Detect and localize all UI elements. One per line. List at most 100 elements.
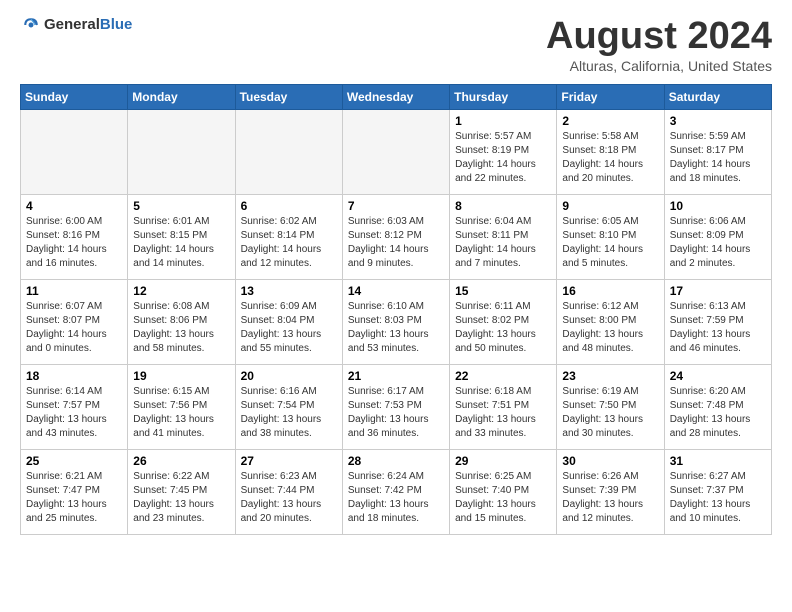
day-info: Sunrise: 6:19 AM Sunset: 7:50 PM Dayligh… (562, 385, 658, 441)
day-number: 6 (241, 199, 337, 213)
calendar-cell: 11 Sunrise: 6:07 AM Sunset: 8:07 PM Dayli… (21, 279, 128, 364)
calendar-cell: 12 Sunrise: 6:08 AM Sunset: 8:06 PM Dayli… (128, 279, 235, 364)
day-number: 3 (670, 114, 766, 128)
calendar-cell: 25Sunrise: 6:21 AM Sunset: 7:47 PM Dayli… (21, 449, 128, 534)
logo-general: General (44, 16, 100, 33)
day-info: Sunrise: 6:22 AM Sunset: 7:45 PM Dayligh… (133, 470, 229, 526)
day-info: Sunrise: 6:12 AM Sunset: 8:00 PM Dayligh… (562, 300, 658, 356)
calendar-cell: 22 Sunrise: 6:18 AM Sunset: 7:51 PM Dayli… (450, 364, 557, 449)
day-number: 2 (562, 114, 658, 128)
calendar-cell (342, 109, 449, 194)
day-info: Sunrise: 6:14 AM Sunset: 7:57 PM Dayligh… (26, 385, 122, 441)
day-number: 4 (26, 199, 122, 213)
day-info: Sunrise: 6:21 AM Sunset: 7:47 PM Dayligh… (26, 470, 122, 526)
day-number: 8 (455, 199, 551, 213)
calendar-cell: 20 Sunrise: 6:16 AM Sunset: 7:54 PM Dayli… (235, 364, 342, 449)
day-number: 28 (348, 454, 444, 468)
day-number: 20 (241, 369, 337, 383)
day-info: Sunrise: 6:03 AM Sunset: 8:12 PM Dayligh… (348, 215, 444, 271)
logo-text: GeneralBlue (44, 16, 132, 34)
day-info: Sunrise: 6:20 AM Sunset: 7:48 PM Dayligh… (670, 385, 766, 441)
day-number: 13 (241, 284, 337, 298)
calendar-cell: 23Sunrise: 6:19 AM Sunset: 7:50 PM Dayli… (557, 364, 664, 449)
calendar-cell: 4Sunrise: 6:00 AM Sunset: 8:16 PM Daylig… (21, 194, 128, 279)
day-number: 11 (26, 284, 122, 298)
calendar-cell: 5Sunrise: 6:01 AM Sunset: 8:15 PM Daylig… (128, 194, 235, 279)
day-info: Sunrise: 6:09 AM Sunset: 8:04 PM Dayligh… (241, 300, 337, 356)
week-row-2: 11 Sunrise: 6:07 AM Sunset: 8:07 PM Dayli… (21, 279, 772, 364)
weekday-monday: Monday (128, 84, 235, 109)
day-info: Sunrise: 6:17 AM Sunset: 7:53 PM Dayligh… (348, 385, 444, 441)
header: GeneralBlue August 2024 Alturas, Califor… (20, 16, 772, 74)
day-number: 14 (348, 284, 444, 298)
calendar-cell: 31 Sunrise: 6:27 AM Sunset: 7:37 PM Dayli… (664, 449, 771, 534)
day-info: Sunrise: 6:24 AM Sunset: 7:42 PM Dayligh… (348, 470, 444, 526)
calendar-cell: 13 Sunrise: 6:09 AM Sunset: 8:04 PM Dayli… (235, 279, 342, 364)
day-info: Sunrise: 5:58 AM Sunset: 8:18 PM Dayligh… (562, 130, 658, 186)
day-info: Sunrise: 6:05 AM Sunset: 8:10 PM Dayligh… (562, 215, 658, 271)
day-number: 19 (133, 369, 229, 383)
calendar-cell: 29Sunrise: 6:25 AM Sunset: 7:40 PM Dayli… (450, 449, 557, 534)
page: GeneralBlue August 2024 Alturas, Califor… (0, 0, 792, 545)
calendar-cell (235, 109, 342, 194)
weekday-header-row: SundayMondayTuesdayWednesdayThursdayFrid… (21, 84, 772, 109)
weekday-friday: Friday (557, 84, 664, 109)
weekday-tuesday: Tuesday (235, 84, 342, 109)
month-title: August 2024 (546, 16, 772, 58)
day-info: Sunrise: 6:02 AM Sunset: 8:14 PM Dayligh… (241, 215, 337, 271)
day-info: Sunrise: 6:08 AM Sunset: 8:06 PM Dayligh… (133, 300, 229, 356)
calendar-cell (128, 109, 235, 194)
day-number: 16 (562, 284, 658, 298)
day-info: Sunrise: 5:57 AM Sunset: 8:19 PM Dayligh… (455, 130, 551, 186)
day-info: Sunrise: 6:15 AM Sunset: 7:56 PM Dayligh… (133, 385, 229, 441)
calendar-cell: 14Sunrise: 6:10 AM Sunset: 8:03 PM Dayli… (342, 279, 449, 364)
calendar-cell: 2 Sunrise: 5:58 AM Sunset: 8:18 PM Daylig… (557, 109, 664, 194)
day-number: 27 (241, 454, 337, 468)
calendar-cell: 10 Sunrise: 6:06 AM Sunset: 8:09 PM Dayli… (664, 194, 771, 279)
day-info: Sunrise: 6:26 AM Sunset: 7:39 PM Dayligh… (562, 470, 658, 526)
logo: GeneralBlue (20, 16, 132, 34)
day-number: 18 (26, 369, 122, 383)
calendar-cell: 27Sunrise: 6:23 AM Sunset: 7:44 PM Dayli… (235, 449, 342, 534)
calendar-table: SundayMondayTuesdayWednesdayThursdayFrid… (20, 84, 772, 535)
calendar-cell: 16 Sunrise: 6:12 AM Sunset: 8:00 PM Dayli… (557, 279, 664, 364)
calendar-cell: 21Sunrise: 6:17 AM Sunset: 7:53 PM Dayli… (342, 364, 449, 449)
day-number: 24 (670, 369, 766, 383)
calendar-cell: 3 Sunrise: 5:59 AM Sunset: 8:17 PM Daylig… (664, 109, 771, 194)
day-number: 10 (670, 199, 766, 213)
day-number: 7 (348, 199, 444, 213)
weekday-thursday: Thursday (450, 84, 557, 109)
day-info: Sunrise: 6:16 AM Sunset: 7:54 PM Dayligh… (241, 385, 337, 441)
calendar-cell: 6 Sunrise: 6:02 AM Sunset: 8:14 PM Daylig… (235, 194, 342, 279)
week-row-1: 4Sunrise: 6:00 AM Sunset: 8:16 PM Daylig… (21, 194, 772, 279)
calendar-cell: 19 Sunrise: 6:15 AM Sunset: 7:56 PM Dayli… (128, 364, 235, 449)
day-number: 22 (455, 369, 551, 383)
calendar-cell: 15Sunrise: 6:11 AM Sunset: 8:02 PM Dayli… (450, 279, 557, 364)
calendar-cell (21, 109, 128, 194)
day-number: 12 (133, 284, 229, 298)
day-number: 9 (562, 199, 658, 213)
day-info: Sunrise: 6:13 AM Sunset: 7:59 PM Dayligh… (670, 300, 766, 356)
calendar-cell: 17 Sunrise: 6:13 AM Sunset: 7:59 PM Dayli… (664, 279, 771, 364)
day-info: Sunrise: 5:59 AM Sunset: 8:17 PM Dayligh… (670, 130, 766, 186)
logo-blue: Blue (100, 16, 133, 33)
calendar-cell: 8 Sunrise: 6:04 AM Sunset: 8:11 PM Daylig… (450, 194, 557, 279)
day-number: 26 (133, 454, 229, 468)
day-number: 5 (133, 199, 229, 213)
day-number: 1 (455, 114, 551, 128)
day-number: 17 (670, 284, 766, 298)
weekday-saturday: Saturday (664, 84, 771, 109)
weekday-wednesday: Wednesday (342, 84, 449, 109)
calendar-cell: 24 Sunrise: 6:20 AM Sunset: 7:48 PM Dayli… (664, 364, 771, 449)
day-number: 15 (455, 284, 551, 298)
day-info: Sunrise: 6:07 AM Sunset: 8:07 PM Dayligh… (26, 300, 122, 356)
calendar-cell: 1 Sunrise: 5:57 AM Sunset: 8:19 PM Daylig… (450, 109, 557, 194)
day-number: 31 (670, 454, 766, 468)
day-info: Sunrise: 6:06 AM Sunset: 8:09 PM Dayligh… (670, 215, 766, 271)
week-row-4: 25Sunrise: 6:21 AM Sunset: 7:47 PM Dayli… (21, 449, 772, 534)
day-info: Sunrise: 6:18 AM Sunset: 7:51 PM Dayligh… (455, 385, 551, 441)
day-info: Sunrise: 6:04 AM Sunset: 8:11 PM Dayligh… (455, 215, 551, 271)
day-info: Sunrise: 6:27 AM Sunset: 7:37 PM Dayligh… (670, 470, 766, 526)
weekday-sunday: Sunday (21, 84, 128, 109)
logo-icon (22, 16, 40, 34)
